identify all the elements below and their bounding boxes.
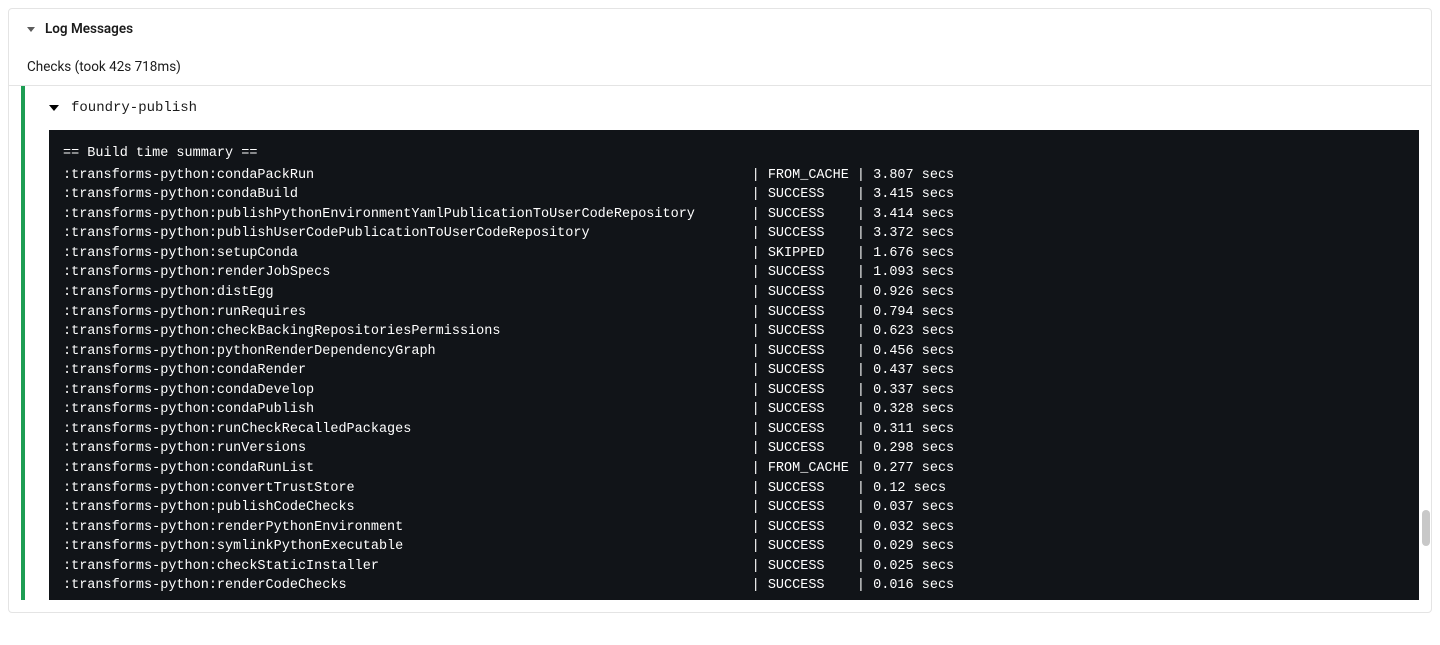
terminal-row: :transforms-python:condaBuild | SUCCESS …: [63, 185, 1405, 205]
terminal-row: :transforms-python:publishPythonEnvironm…: [63, 205, 1405, 225]
log-messages-panel: Log Messages Checks (took 42s 718ms) fou…: [8, 8, 1432, 613]
terminal-row: :transforms-python:condaRunList | FROM_C…: [63, 459, 1405, 479]
terminal-row: :transforms-python:condaRender | SUCCESS…: [63, 361, 1405, 381]
terminal-row: :transforms-python:setupConda | SKIPPED …: [63, 244, 1405, 264]
collapse-icon[interactable]: [27, 27, 35, 32]
checks-summary: Checks (took 42s 718ms): [9, 49, 1431, 86]
terminal-row: :transforms-python:pythonRenderDependenc…: [63, 342, 1405, 362]
terminal-row: :transforms-python:runCheckRecalledPacka…: [63, 420, 1405, 440]
terminal-row: :transforms-python:condaPublish | SUCCES…: [63, 400, 1405, 420]
terminal-row: :transforms-python:publishCodeChecks | S…: [63, 498, 1405, 518]
terminal-row: :transforms-python:runRequires | SUCCESS…: [63, 303, 1405, 323]
collapse-icon[interactable]: [49, 105, 59, 111]
terminal-row: :transforms-python:renderJobSpecs | SUCC…: [63, 263, 1405, 283]
terminal-row: :transforms-python:checkBackingRepositor…: [63, 322, 1405, 342]
terminal-row: :transforms-python:renderPythonEnvironme…: [63, 518, 1405, 538]
terminal-row: :transforms-python:condaDevelop | SUCCES…: [63, 381, 1405, 401]
panel-header[interactable]: Log Messages: [9, 9, 1431, 49]
panel-title: Log Messages: [45, 21, 133, 37]
terminal-row: :transforms-python:publishUserCodePublic…: [63, 224, 1405, 244]
terminal-row: :transforms-python:distEgg | SUCCESS | 0…: [63, 283, 1405, 303]
terminal-row: :transforms-python:condaPackRun | FROM_C…: [63, 166, 1405, 186]
terminal-row: :transforms-python:renderCodeChecks | SU…: [63, 576, 1405, 596]
section-header[interactable]: foundry-publish: [49, 100, 1419, 116]
accent-block: foundry-publish == Build time summary ==…: [21, 86, 1419, 600]
terminal-header: == Build time summary ==: [63, 144, 1405, 164]
terminal-output[interactable]: == Build time summary == :transforms-pyt…: [49, 130, 1419, 600]
content-area: foundry-publish == Build time summary ==…: [9, 86, 1431, 612]
terminal-row: :transforms-python:checkStaticInstaller …: [63, 557, 1405, 577]
terminal-row: :transforms-python:symlinkPythonExecutab…: [63, 537, 1405, 557]
terminal-row: :transforms-python:runVersions | SUCCESS…: [63, 439, 1405, 459]
scrollbar-thumb[interactable]: [1422, 510, 1430, 546]
terminal-row: :transforms-python:convertTrustStore | S…: [63, 479, 1405, 499]
section-title: foundry-publish: [71, 100, 197, 116]
